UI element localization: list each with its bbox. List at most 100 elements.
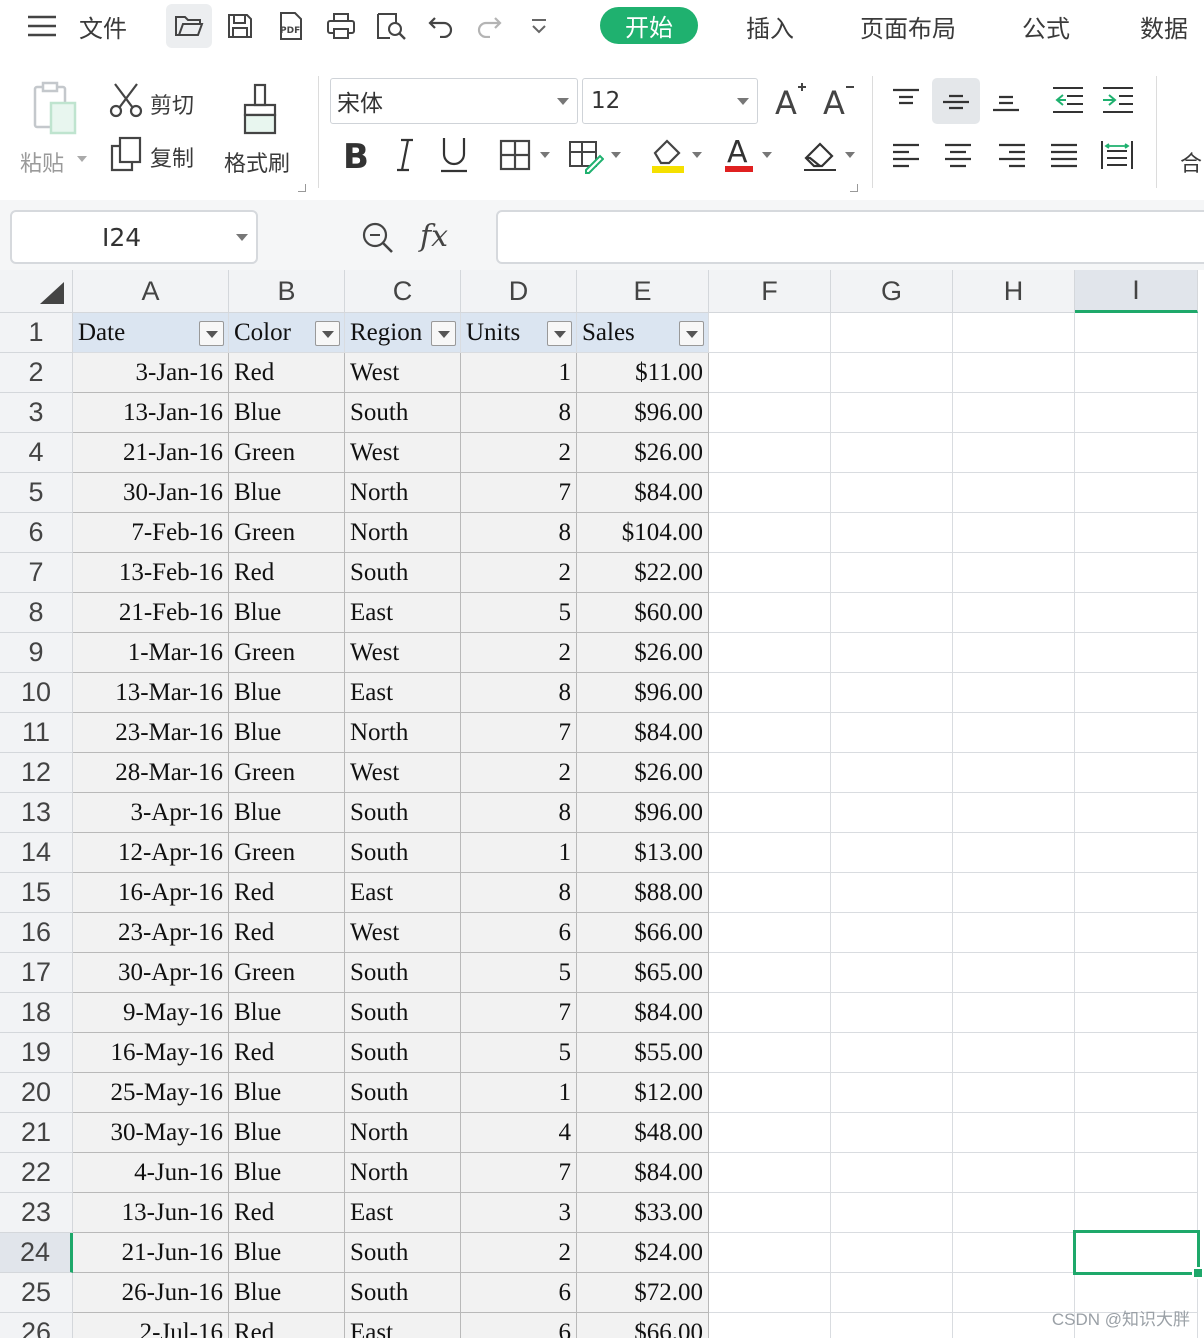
table-cell[interactable]: 8 <box>461 873 577 913</box>
table-cell[interactable]: Blue <box>229 1233 345 1273</box>
table-cell[interactable]: 5 <box>461 953 577 993</box>
row-header-23[interactable]: 23 <box>0 1193 73 1233</box>
empty-cell[interactable] <box>953 1073 1075 1113</box>
empty-cell[interactable] <box>709 1233 831 1273</box>
table-cell[interactable]: 13-Feb-16 <box>73 553 229 593</box>
empty-cell[interactable] <box>1075 353 1198 393</box>
row-header-10[interactable]: 10 <box>0 673 73 713</box>
table-cell[interactable]: $84.00 <box>577 713 709 753</box>
empty-cell[interactable] <box>831 1113 953 1153</box>
table-cell[interactable]: $88.00 <box>577 873 709 913</box>
table-cell[interactable]: 25-May-16 <box>73 1073 229 1113</box>
empty-cell[interactable] <box>831 433 953 473</box>
empty-cell[interactable] <box>1075 1033 1198 1073</box>
font-color-dropdown-icon[interactable] <box>762 152 772 158</box>
empty-cell[interactable] <box>1075 953 1198 993</box>
table-cell[interactable]: 7 <box>461 473 577 513</box>
empty-cell[interactable] <box>831 713 953 753</box>
empty-cell[interactable] <box>831 913 953 953</box>
table-cell[interactable]: $48.00 <box>577 1113 709 1153</box>
empty-cell[interactable] <box>709 433 831 473</box>
empty-cell[interactable] <box>709 953 831 993</box>
table-cell[interactable]: 26-Jun-16 <box>73 1273 229 1313</box>
row-header-24[interactable]: 24 <box>0 1233 73 1273</box>
cut-label[interactable]: 剪切 <box>150 88 194 120</box>
table-cell[interactable]: $96.00 <box>577 673 709 713</box>
table-cell[interactable]: 23-Apr-16 <box>73 913 229 953</box>
empty-cell[interactable] <box>831 1193 953 1233</box>
table-cell[interactable]: South <box>345 993 461 1033</box>
empty-cell[interactable] <box>831 553 953 593</box>
empty-cell[interactable] <box>953 433 1075 473</box>
empty-cell[interactable] <box>953 1033 1075 1073</box>
table-cell[interactable]: Green <box>229 753 345 793</box>
empty-cell[interactable] <box>831 1153 953 1193</box>
empty-cell[interactable] <box>953 473 1075 513</box>
empty-cell[interactable] <box>831 1273 953 1313</box>
table-cell[interactable]: 5 <box>461 593 577 633</box>
column-header-h[interactable]: H <box>953 270 1075 313</box>
empty-cell[interactable] <box>1075 393 1198 433</box>
filter-dropdown-button[interactable] <box>315 321 340 346</box>
empty-cell[interactable] <box>709 353 831 393</box>
table-cell[interactable]: 7 <box>461 993 577 1033</box>
empty-cell[interactable] <box>831 1073 953 1113</box>
table-cell[interactable]: South <box>345 393 461 433</box>
table-cell[interactable]: 28-Mar-16 <box>73 753 229 793</box>
empty-cell[interactable] <box>953 353 1075 393</box>
table-cell[interactable]: South <box>345 1233 461 1273</box>
menu-file[interactable]: 文件 <box>74 0 132 52</box>
table-cell[interactable]: West <box>345 433 461 473</box>
table-cell[interactable]: North <box>345 473 461 513</box>
justify-icon[interactable] <box>1044 136 1084 176</box>
empty-cell[interactable] <box>1075 1153 1198 1193</box>
table-cell[interactable]: 8 <box>461 393 577 433</box>
clipboard-group-expand-icon[interactable] <box>298 184 306 192</box>
row-header-15[interactable]: 15 <box>0 873 73 913</box>
table-cell[interactable]: 9-May-16 <box>73 993 229 1033</box>
column-header-a[interactable]: A <box>73 270 229 313</box>
empty-cell[interactable] <box>953 1193 1075 1233</box>
table-cell[interactable]: East <box>345 1193 461 1233</box>
fill-handle[interactable] <box>1192 1267 1204 1279</box>
table-cell[interactable]: 1 <box>461 833 577 873</box>
empty-cell[interactable] <box>953 673 1075 713</box>
table-cell[interactable]: East <box>345 1313 461 1338</box>
empty-cell[interactable] <box>831 753 953 793</box>
empty-cell[interactable] <box>1075 313 1198 353</box>
empty-cell[interactable] <box>709 833 831 873</box>
table-cell[interactable]: 2 <box>461 1233 577 1273</box>
empty-cell[interactable] <box>953 593 1075 633</box>
table-cell[interactable]: 6 <box>461 1313 577 1338</box>
empty-cell[interactable] <box>709 1193 831 1233</box>
empty-cell[interactable] <box>709 553 831 593</box>
empty-cell[interactable] <box>953 753 1075 793</box>
empty-cell[interactable] <box>831 833 953 873</box>
table-cell[interactable]: North <box>345 1153 461 1193</box>
table-cell[interactable]: Blue <box>229 1153 345 1193</box>
quick-access-dropdown-icon[interactable] <box>520 0 558 52</box>
clear-formats-icon[interactable] <box>800 134 842 174</box>
format-painter-label[interactable]: 格式刷 <box>224 146 290 178</box>
tab-formulas[interactable]: 公式 <box>1010 0 1082 52</box>
table-cell[interactable]: $26.00 <box>577 753 709 793</box>
empty-cell[interactable] <box>709 1313 831 1338</box>
row-header-9[interactable]: 9 <box>0 633 73 673</box>
table-cell[interactable]: $66.00 <box>577 913 709 953</box>
empty-cell[interactable] <box>953 313 1075 353</box>
align-right-icon[interactable] <box>992 136 1032 176</box>
table-cell[interactable]: 23-Mar-16 <box>73 713 229 753</box>
table-cell[interactable]: 6 <box>461 1273 577 1313</box>
column-header-g[interactable]: G <box>831 270 953 313</box>
save-icon[interactable] <box>220 0 260 52</box>
table-cell[interactable]: West <box>345 353 461 393</box>
table-cell[interactable]: Blue <box>229 713 345 753</box>
cell-style-icon[interactable] <box>566 136 606 176</box>
table-cell[interactable]: Red <box>229 553 345 593</box>
filter-dropdown-button[interactable] <box>199 321 224 346</box>
empty-cell[interactable] <box>1075 1113 1198 1153</box>
table-cell[interactable]: West <box>345 913 461 953</box>
bold-icon[interactable]: B <box>336 132 374 178</box>
row-header-7[interactable]: 7 <box>0 553 73 593</box>
format-painter-icon[interactable] <box>238 82 284 138</box>
